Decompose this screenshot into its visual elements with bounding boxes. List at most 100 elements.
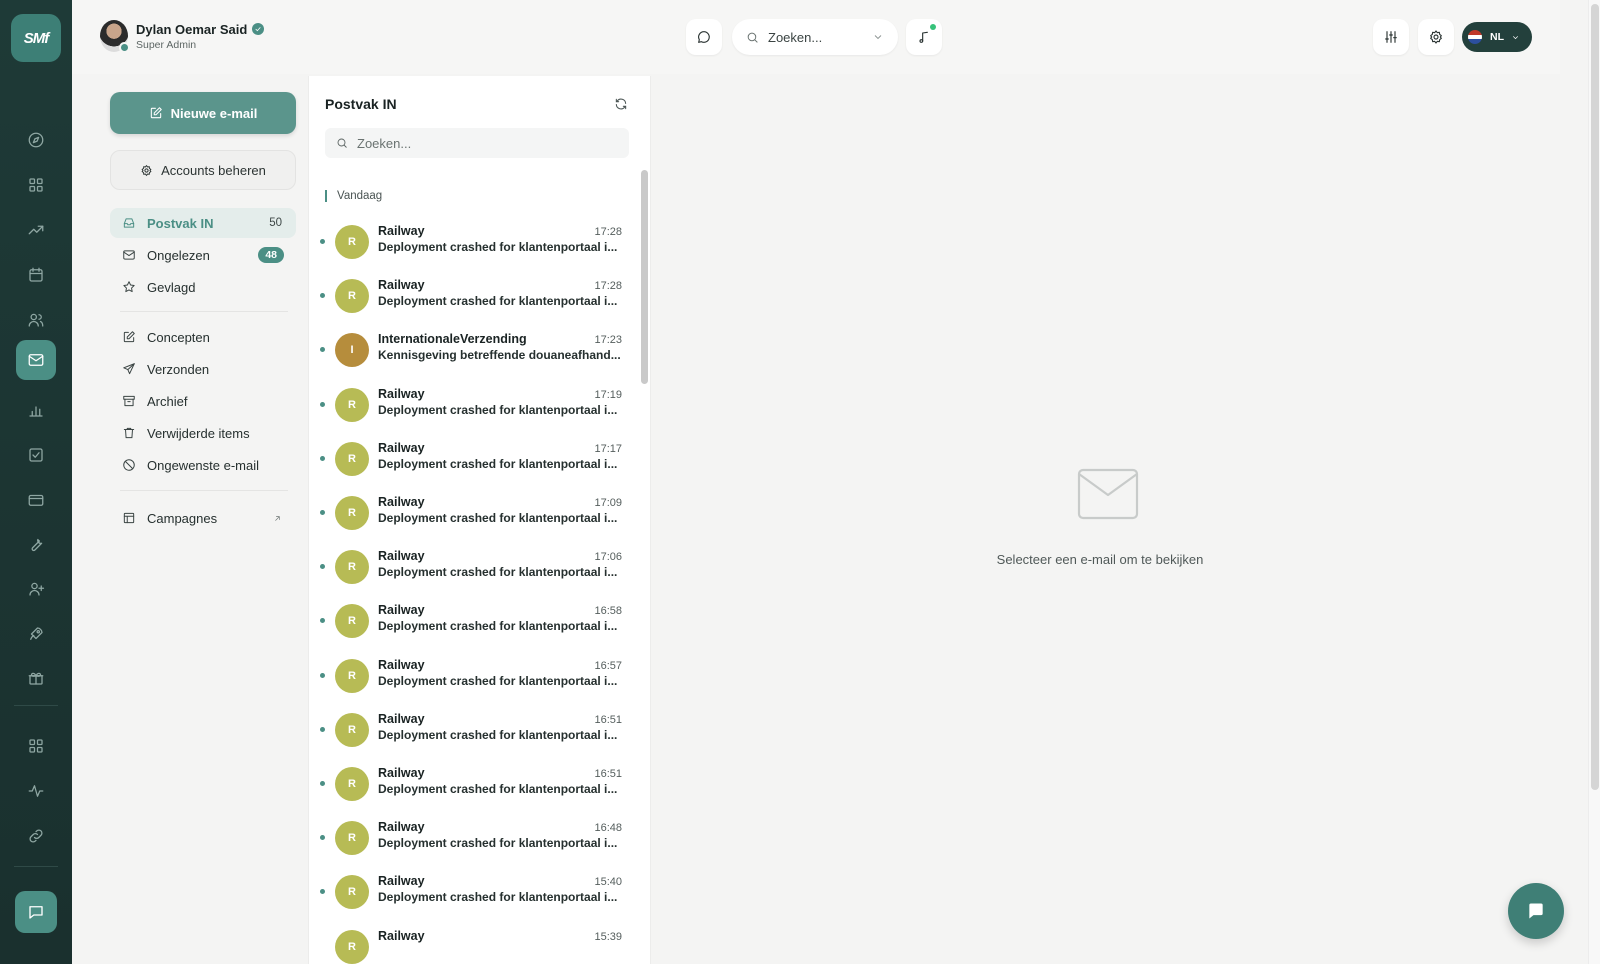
user-plus-icon[interactable] xyxy=(16,569,56,609)
email-row[interactable]: R Railway 17:28 Deployment crashed for klan… xyxy=(309,269,637,323)
email-row[interactable]: R Railway 15:40 Deployment crashed for klan… xyxy=(309,865,637,919)
date-group-header: Vandaag xyxy=(325,190,382,202)
language-selector[interactable]: NL xyxy=(1462,22,1532,52)
email-subject: Deployment crashed for klantenportaal i.… xyxy=(378,727,618,742)
messages-button[interactable] xyxy=(686,19,722,55)
empty-state-text: Selecteer een e-mail om te bekijken xyxy=(996,552,1204,567)
sender-name: Railway xyxy=(378,657,425,672)
folder-deleted[interactable]: Verwijderde items xyxy=(110,418,296,448)
folder-label: Gevlagd xyxy=(147,279,196,295)
chat-fab-button[interactable] xyxy=(1508,883,1564,939)
unread-dot xyxy=(320,618,325,624)
chat-icon[interactable] xyxy=(15,891,57,933)
global-search[interactable]: Zoeken... xyxy=(732,19,898,55)
mail-icon xyxy=(123,250,135,260)
sender-avatar: R xyxy=(335,658,369,693)
email-row[interactable]: R Railway 16:48 Deployment crashed for klan… xyxy=(309,811,637,865)
gear-icon xyxy=(141,164,152,176)
folder-inbox[interactable]: Postvak IN 50 xyxy=(110,208,296,238)
email-row[interactable]: R Railway 17:19 Deployment crashed for klan… xyxy=(309,378,637,432)
unread-dot xyxy=(320,510,325,515)
avatar xyxy=(100,20,130,53)
activity-icon[interactable] xyxy=(16,771,56,811)
sender-name: Railway xyxy=(378,495,425,509)
email-row[interactable]: R Railway 17:17 Deployment crashed for klan… xyxy=(309,432,637,486)
sender-name: Railway xyxy=(378,603,425,618)
sender-name: Railway xyxy=(378,820,425,835)
rail-divider xyxy=(14,705,58,706)
page-scrollbar[interactable] xyxy=(1588,0,1600,964)
mail-icon[interactable] xyxy=(16,340,56,380)
email-subject: Deployment crashed for klantenportaal i.… xyxy=(378,836,618,851)
email-row[interactable]: R Railway 16:51 Deployment crashed for klan… xyxy=(309,757,637,811)
folder-label: Concepten xyxy=(147,329,210,345)
chevron-down-icon xyxy=(874,35,882,40)
nav-rail: SMf xyxy=(0,0,72,964)
list-search-input[interactable] xyxy=(357,135,617,151)
email-row[interactable]: R Railway 16:57 Deployment crashed for klan… xyxy=(309,649,637,703)
gear-icon xyxy=(1430,30,1442,44)
folder-archive[interactable]: Archief xyxy=(110,386,296,416)
email-row[interactable]: R Railway 15:39 xyxy=(309,920,637,964)
sender-avatar: R xyxy=(335,441,369,476)
checkbox-icon[interactable] xyxy=(16,435,56,475)
email-subject: Deployment crashed for klantenportaal i.… xyxy=(378,402,618,417)
sender-name: Railway xyxy=(378,440,425,455)
compass-icon[interactable] xyxy=(16,120,56,160)
email-row[interactable]: R Railway 16:51 Deployment crashed for klan… xyxy=(309,703,637,757)
unread-badge: 48 xyxy=(258,247,284,263)
unread-dot xyxy=(320,835,325,841)
folder-drafts[interactable]: Concepten xyxy=(110,322,296,352)
email-time: 17:06 xyxy=(594,551,622,564)
folder-label: Verwijderde items xyxy=(147,425,250,441)
email-row[interactable]: R Railway 16:58 Deployment crashed for klan… xyxy=(309,594,637,648)
unread-dot xyxy=(320,889,325,895)
dashboard-icon[interactable] xyxy=(16,165,56,205)
bar-chart-icon[interactable] xyxy=(16,390,56,430)
folder-flagged[interactable]: Gevlagd xyxy=(110,272,296,302)
folder-label: Ongelezen xyxy=(147,247,210,263)
send-icon xyxy=(123,363,135,375)
manage-accounts-button[interactable]: Accounts beheren xyxy=(110,150,296,190)
email-subject: Deployment crashed for klantenportaal i.… xyxy=(378,456,618,471)
filters-button[interactable] xyxy=(1373,19,1409,55)
trending-icon[interactable] xyxy=(16,210,56,250)
sender-name: Railway xyxy=(378,928,425,943)
rail-divider xyxy=(14,866,58,867)
link-icon[interactable] xyxy=(16,816,56,856)
music-button[interactable] xyxy=(906,19,942,55)
folder-unread[interactable]: Ongelezen 48 xyxy=(110,240,296,270)
sender-avatar: R xyxy=(335,279,369,314)
email-row[interactable]: R Railway 17:09 Deployment crashed for klan… xyxy=(309,486,637,540)
users-icon[interactable] xyxy=(16,300,56,340)
email-row[interactable]: I InternationaleVerzending 17:23 Kennisgevi… xyxy=(309,323,637,377)
list-title: Postvak IN xyxy=(325,96,397,112)
app-logo[interactable]: SMf xyxy=(11,14,61,62)
email-time: 17:28 xyxy=(594,226,622,238)
compose-icon xyxy=(150,107,162,119)
email-row[interactable]: R Railway 17:28 Deployment crashed for klan… xyxy=(309,215,637,269)
email-subject: Deployment crashed for klantenportaal i.… xyxy=(378,240,618,254)
gift-icon[interactable] xyxy=(16,658,56,698)
apps-grid-icon[interactable] xyxy=(16,726,56,766)
global-search-input[interactable]: Zoeken... xyxy=(768,30,872,45)
settings-button[interactable] xyxy=(1418,19,1454,55)
user-role: Super Admin xyxy=(136,38,197,51)
sender-avatar: R xyxy=(335,875,369,910)
folder-junk[interactable]: Ongewenste e-mail xyxy=(110,450,296,480)
rocket-icon[interactable] xyxy=(16,614,56,654)
manage-accounts-label: Accounts beheren xyxy=(161,162,266,178)
folder-sent[interactable]: Verzonden xyxy=(110,354,296,384)
credit-card-icon[interactable] xyxy=(16,480,56,520)
refresh-icon[interactable] xyxy=(614,97,628,111)
unread-dot xyxy=(320,455,325,461)
email-row[interactable]: R Railway 17:06 Deployment crashed for klan… xyxy=(309,540,637,594)
new-email-button[interactable]: Nieuwe e-mail xyxy=(110,92,296,134)
calendar-icon[interactable] xyxy=(16,255,56,295)
wrench-icon[interactable] xyxy=(16,524,56,564)
chevron-down-icon xyxy=(1513,35,1518,39)
user-profile[interactable]: Dylan Oemar Said Super Admin xyxy=(100,20,265,53)
list-scrollbar[interactable] xyxy=(641,170,648,384)
sender-name: Railway xyxy=(378,224,425,238)
folder-campaigns[interactable]: Campagnes xyxy=(110,503,296,533)
